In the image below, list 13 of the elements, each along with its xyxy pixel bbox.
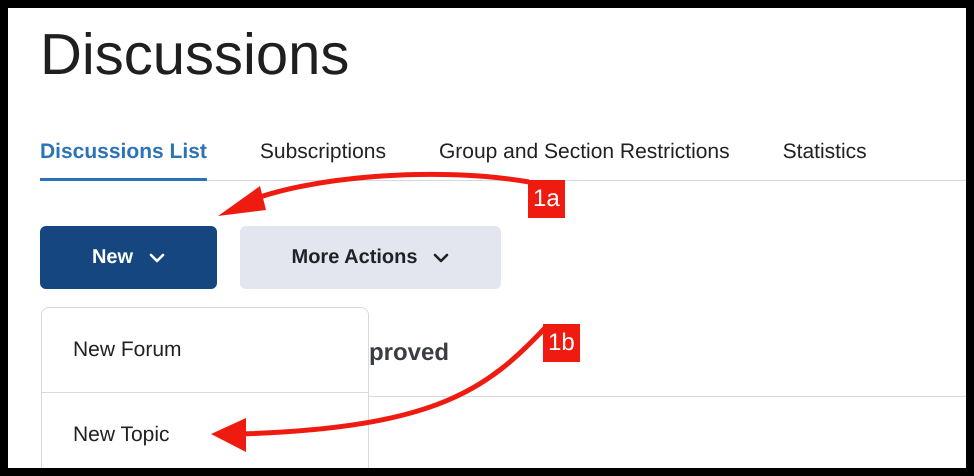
menu-item[interactable]: New Forum xyxy=(42,308,368,392)
new-button[interactable]: New xyxy=(40,226,217,289)
tab[interactable]: Group and Section Restrictions xyxy=(438,140,730,181)
annotation-label: 1b xyxy=(543,324,580,362)
more-actions-button[interactable]: More Actions xyxy=(240,226,501,289)
chevron-down-icon xyxy=(433,252,450,262)
tab[interactable]: Discussions List xyxy=(40,140,207,181)
page-title: Discussions xyxy=(40,21,350,88)
section-heading: proved xyxy=(369,339,450,367)
tab[interactable]: Subscriptions xyxy=(260,140,386,181)
chevron-down-icon xyxy=(149,252,166,262)
tab[interactable]: Statistics xyxy=(782,140,867,181)
annotation-label: 1a xyxy=(528,180,565,218)
